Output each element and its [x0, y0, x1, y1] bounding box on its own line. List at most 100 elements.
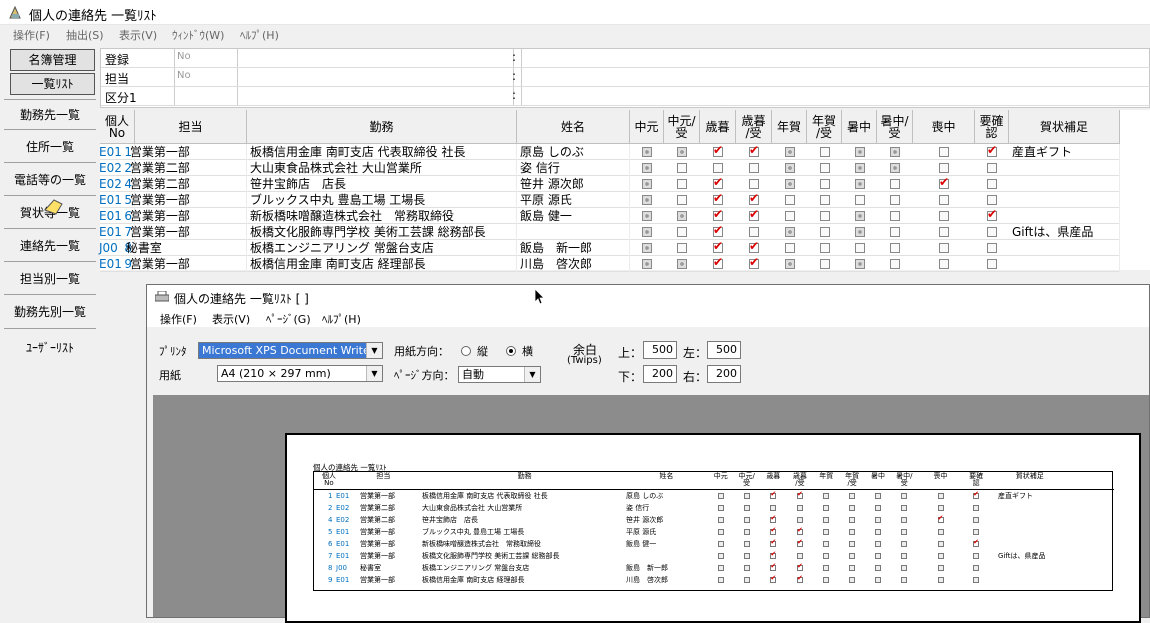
checkbox[interactable]: [642, 211, 652, 221]
preview-menu-view[interactable]: 表示(V): [212, 311, 250, 327]
checkbox[interactable]: [642, 179, 652, 189]
checkbox[interactable]: [784, 195, 795, 205]
filter-value[interactable]: No: [174, 49, 238, 67]
checkbox[interactable]: [890, 163, 900, 173]
checkbox[interactable]: [713, 239, 723, 253]
list-button[interactable]: 一覧ﾘｽﾄ: [10, 73, 95, 95]
column-header[interactable]: 歳暮: [700, 110, 736, 144]
left-margin-input[interactable]: 500: [707, 341, 741, 359]
checkbox[interactable]: [890, 259, 900, 269]
column-header[interactable]: 年賀 /受: [807, 110, 842, 144]
checkbox[interactable]: [890, 211, 900, 221]
bottom-margin-input[interactable]: 200: [643, 365, 677, 383]
menu-view[interactable]: 表示(V): [119, 27, 157, 43]
column-header[interactable]: 個人 No: [100, 110, 135, 144]
column-header[interactable]: 中元/ 受: [664, 110, 700, 144]
checkbox[interactable]: [677, 259, 687, 269]
checkbox[interactable]: [819, 211, 830, 221]
checkbox[interactable]: [939, 243, 949, 253]
checkbox[interactable]: [642, 227, 652, 237]
checkbox[interactable]: [749, 227, 759, 237]
sidebar-item-kinmu-group[interactable]: 勤務先別一覧: [0, 303, 100, 320]
sidebar-item-greeting[interactable]: 賀状等一覧: [0, 199, 100, 221]
filter-input[interactable]: [238, 87, 514, 105]
table-row[interactable]: 8 J00 秘書室 板橋エンジニアリング 常盤台支店 飯島 新一郎: [99, 239, 1120, 256]
menu-window[interactable]: ｳｨﾝﾄﾞｳ(W): [172, 27, 224, 43]
checkbox[interactable]: [819, 259, 830, 269]
checkbox[interactable]: [713, 255, 723, 269]
checkbox[interactable]: [749, 143, 759, 157]
preview-menu-operate[interactable]: 操作(F): [160, 311, 197, 327]
checkbox[interactable]: [819, 227, 830, 237]
checkbox[interactable]: [987, 195, 997, 205]
checkbox[interactable]: [677, 179, 687, 189]
checkbox[interactable]: [987, 179, 997, 189]
filter-input-2[interactable]: [521, 87, 1150, 105]
filter-value[interactable]: No: [174, 68, 238, 86]
checkbox[interactable]: [642, 259, 652, 269]
checkbox[interactable]: [987, 207, 997, 221]
checkbox[interactable]: [890, 227, 900, 237]
checkbox[interactable]: [854, 211, 865, 221]
checkbox[interactable]: [939, 175, 949, 189]
checkbox[interactable]: [987, 227, 997, 237]
checkbox[interactable]: [939, 211, 949, 221]
checkbox[interactable]: [819, 179, 830, 189]
menu-help[interactable]: ﾍﾙﾌﾟ(H): [240, 27, 279, 43]
checkbox[interactable]: [677, 195, 687, 205]
checkbox[interactable]: [819, 195, 830, 205]
checkbox[interactable]: [749, 255, 759, 269]
checkbox[interactable]: [987, 259, 997, 269]
table-row[interactable]: 2 E02 営業第二部 大山東食品株式会社 大山営業所姿 信行: [99, 160, 1120, 176]
checkbox[interactable]: [677, 211, 687, 221]
preview-menu-help[interactable]: ﾍﾙﾌﾟ(H): [322, 311, 361, 327]
checkbox[interactable]: [939, 163, 949, 173]
filter-input-2[interactable]: [521, 68, 1150, 86]
checkbox[interactable]: [939, 147, 949, 157]
filter-value[interactable]: [174, 87, 238, 105]
checkbox[interactable]: [642, 163, 652, 173]
checkbox[interactable]: [784, 243, 795, 253]
checkbox[interactable]: [819, 243, 830, 253]
sidebar-item-user-list[interactable]: ﾕｰｻﾞｰﾘｽﾄ: [0, 339, 100, 356]
filter-input-2[interactable]: [521, 49, 1150, 67]
filter-input[interactable]: [238, 49, 514, 67]
checkbox[interactable]: [890, 243, 900, 253]
column-header[interactable]: 勤務: [247, 110, 517, 144]
filter-input[interactable]: [238, 68, 514, 86]
checkbox[interactable]: [677, 243, 687, 253]
landscape-radio[interactable]: [506, 346, 516, 356]
checkbox[interactable]: [939, 195, 949, 205]
column-header[interactable]: 賀状補足: [1009, 110, 1120, 144]
checkbox[interactable]: [642, 243, 652, 253]
checkbox[interactable]: [854, 243, 865, 253]
checkbox[interactable]: [854, 179, 865, 189]
checkbox[interactable]: [677, 227, 687, 237]
checkbox[interactable]: [854, 195, 865, 205]
checkbox[interactable]: [854, 227, 865, 237]
printer-select[interactable]: Microsoft XPS Document Writer ▼: [198, 342, 383, 359]
column-header[interactable]: 暑中: [842, 110, 877, 144]
checkbox[interactable]: [713, 163, 723, 173]
sidebar-item-contact[interactable]: 連絡先一覧: [0, 237, 100, 254]
checkbox[interactable]: [713, 223, 723, 237]
checkbox[interactable]: [713, 207, 723, 221]
column-header[interactable]: 中元: [630, 110, 664, 144]
checkbox[interactable]: [939, 227, 949, 237]
checkbox[interactable]: [642, 147, 652, 157]
checkbox[interactable]: [784, 163, 795, 173]
table-row[interactable]: 7E01営業第一部板橋文化服飾専門学校 美術工芸課 総務部長Giftは、県産品: [99, 223, 1120, 240]
checkbox[interactable]: [677, 163, 687, 173]
table-row[interactable]: 1E01営業第一部板橋信用金庫 南町支店 代表取締役 社長原島 しのぶ産直ギフト: [99, 143, 1120, 160]
preview-menu-page[interactable]: ﾍﾟｰｼﾞ(G): [266, 311, 311, 327]
checkbox[interactable]: [987, 143, 997, 157]
table-row[interactable]: 5 E01 営業第一部 ブルックス中丸 豊島工場 工場長 平原 源氏: [99, 191, 1120, 208]
sidebar-item-tanto[interactable]: 担当別一覧: [0, 270, 100, 287]
column-header[interactable]: 歳暮 /受: [736, 110, 772, 144]
checkbox[interactable]: [784, 211, 795, 221]
top-margin-input[interactable]: 500: [643, 341, 677, 359]
checkbox[interactable]: [819, 147, 830, 157]
checkbox[interactable]: [749, 179, 759, 189]
checkbox[interactable]: [749, 239, 759, 253]
checkbox[interactable]: [854, 147, 865, 157]
